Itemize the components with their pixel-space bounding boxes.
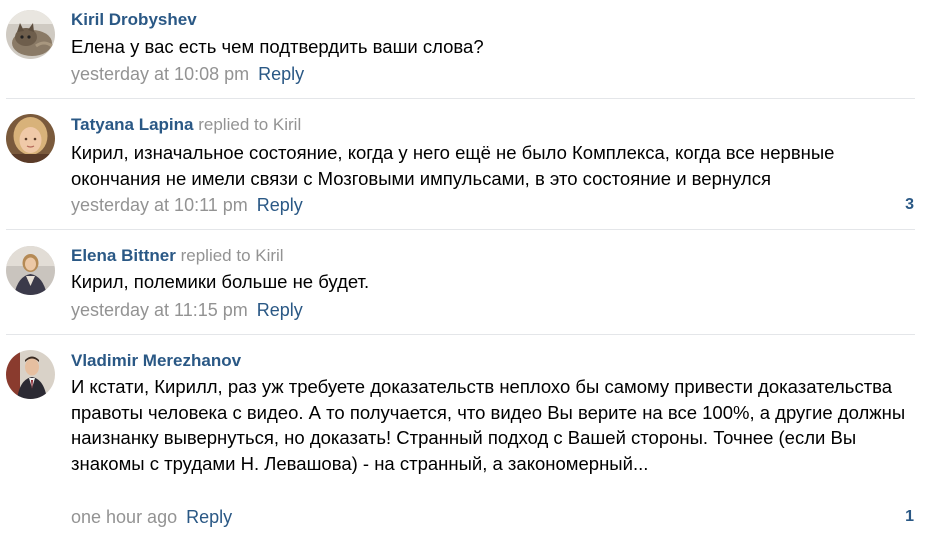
- reply-link[interactable]: Reply: [257, 300, 303, 320]
- timestamp[interactable]: yesterday at 11:15 pm: [71, 300, 248, 320]
- timestamp[interactable]: yesterday at 10:08 pm: [71, 64, 249, 84]
- avatar[interactable]: [6, 246, 55, 295]
- author-line: Kiril Drobyshev: [71, 10, 197, 30]
- reply-link[interactable]: Reply: [186, 507, 232, 527]
- avatar[interactable]: [6, 350, 55, 399]
- comment-meta: yesterday at 10:08 pm Reply: [71, 64, 304, 84]
- author-name[interactable]: Tatyana Lapina: [71, 115, 194, 134]
- avatar[interactable]: [6, 114, 55, 163]
- divider: [6, 98, 915, 99]
- author-name[interactable]: Kiril Drobyshev: [71, 10, 197, 29]
- comment-meta: one hour ago Reply: [71, 507, 232, 527]
- woman-seated-portrait-icon: [6, 246, 55, 295]
- author-name[interactable]: Elena Bittner: [71, 246, 176, 265]
- avatar[interactable]: [6, 10, 55, 59]
- replied-to[interactable]: replied to Kiril: [181, 246, 284, 265]
- like-count[interactable]: 1: [905, 508, 914, 526]
- comment-text: И кстати, Кирилл, раз уж требуете доказа…: [71, 376, 906, 474]
- comment-text: Кирил, полемики больше не будет.: [71, 271, 370, 292]
- comment-meta: yesterday at 11:15 pm Reply: [71, 300, 303, 320]
- comment-text: Кирил, изначальное состояние, когда у не…: [71, 142, 835, 189]
- woman-portrait-icon: [6, 114, 55, 163]
- comment-meta: yesterday at 10:11 pm Reply: [71, 195, 303, 215]
- reply-link[interactable]: Reply: [258, 64, 304, 84]
- author-line: Elena Bittner replied to Kiril: [71, 246, 284, 266]
- comment-text: Елена у вас есть чем подтвердить ваши сл…: [71, 36, 484, 57]
- author-line: Vladimir Merezhanov: [71, 351, 241, 371]
- timestamp[interactable]: yesterday at 10:11 pm: [71, 195, 248, 215]
- reply-link[interactable]: Reply: [257, 195, 303, 215]
- author-line: Tatyana Lapina replied to Kiril: [71, 115, 301, 135]
- man-in-suit-icon: [6, 350, 55, 399]
- divider: [6, 229, 915, 230]
- timestamp[interactable]: one hour ago: [71, 507, 177, 527]
- author-name[interactable]: Vladimir Merezhanov: [71, 351, 241, 370]
- like-count[interactable]: 3: [905, 196, 914, 214]
- divider: [6, 334, 915, 335]
- replied-to[interactable]: replied to Kiril: [198, 115, 301, 134]
- cat-photo-icon: [6, 10, 55, 59]
